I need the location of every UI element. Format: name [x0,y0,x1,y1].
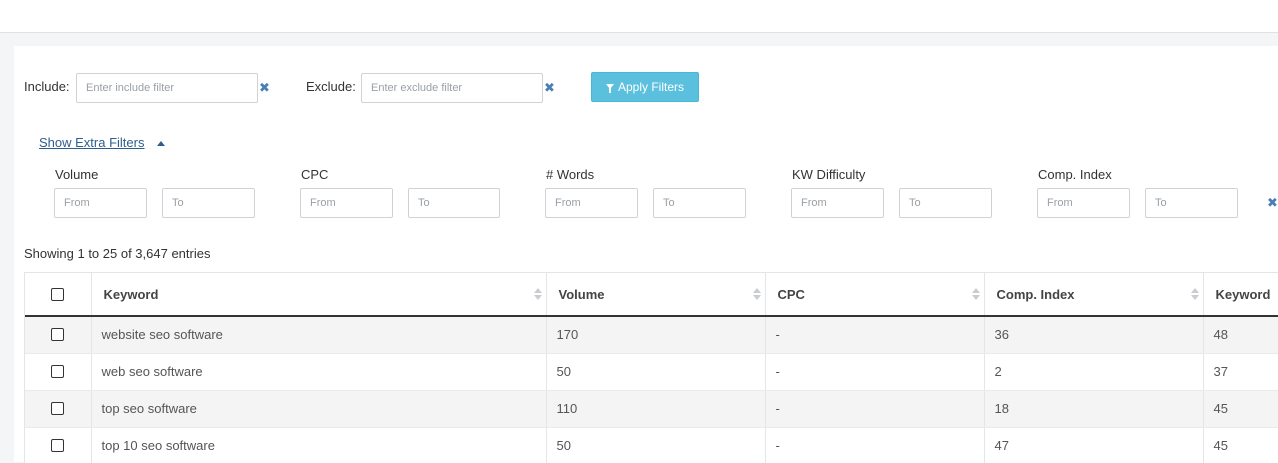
column-header-label: Keyword [103,286,159,302]
words-to-input[interactable] [653,188,746,218]
column-header-keyword-difficulty[interactable]: Keyword [1203,273,1278,317]
table-row: top 10 seo software 50 - 47 45 [25,427,1278,463]
comp-index-to-input[interactable] [1145,188,1238,218]
comp-index-cell: 2 [984,353,1204,391]
kw-difficulty-range-label: KW Difficulty [792,167,866,182]
table-row: website seo software 170 - 36 48 [25,316,1278,354]
sort-icon[interactable] [1190,288,1199,302]
volume-range-label: Volume [55,167,99,182]
sort-icon[interactable] [533,288,542,302]
sort-icon[interactable] [971,288,980,302]
apply-filters-label: Apply Filters [617,80,685,94]
volume-from-input[interactable] [54,188,147,218]
row-checkbox[interactable] [51,365,65,378]
table-row: web seo software 50 - 2 37 [25,353,1278,391]
column-header-comp-index[interactable]: Comp. Index [984,273,1204,317]
row-checkbox[interactable] [51,402,65,415]
volume-cell: 110 [546,390,766,428]
include-label: Include: [24,79,70,94]
comp-index-from-input[interactable] [1037,188,1130,218]
comp-index-cell: 47 [984,427,1204,463]
column-header-keyword[interactable]: Keyword [91,273,547,317]
column-header-cpc[interactable]: CPC [765,273,985,317]
cpc-to-input[interactable] [408,188,500,218]
column-header-label: Volume [558,286,605,302]
table-header-row: Keyword Volume CPC Comp. Index Keyword [25,273,1278,317]
keyword-cell: website seo software [91,316,547,354]
kw-difficulty-to-input[interactable] [899,188,992,218]
column-header-label: Comp. Index [996,286,1075,302]
clear-exclude-icon[interactable]: ✖ [544,81,555,95]
show-extra-filters-link[interactable]: Show Extra Filters [39,135,144,151]
keyword-difficulty-cell: 48 [1203,316,1278,354]
cpc-cell: - [765,353,985,391]
volume-cell: 50 [546,353,766,391]
cpc-cell: - [765,390,985,428]
row-checkbox[interactable] [51,439,65,452]
cpc-range-label: CPC [301,167,329,182]
keyword-difficulty-cell: 45 [1203,427,1278,463]
include-filter-input[interactable] [76,73,258,103]
keyword-difficulty-cell: 37 [1203,353,1278,391]
column-header-label: Keyword [1215,286,1271,302]
keyword-table-wrapper: Keyword Volume CPC Comp. Index Keyword w… [24,272,1278,463]
row-select-cell[interactable] [25,316,92,354]
row-select-cell[interactable] [25,427,92,463]
keyword-cell: top 10 seo software [91,427,547,463]
kw-difficulty-from-input[interactable] [791,188,884,218]
clear-extra-filters-icon[interactable]: ✖ [1267,196,1278,210]
comp-index-cell: 36 [984,316,1204,354]
clear-include-icon[interactable]: ✖ [259,81,270,95]
keyword-difficulty-cell: 45 [1203,390,1278,428]
funnel-icon [605,83,614,93]
comp-index-range-label: Comp. Index [1038,167,1112,182]
entries-summary: Showing 1 to 25 of 3,647 entries [24,246,211,261]
volume-to-input[interactable] [162,188,255,218]
cpc-cell: - [765,316,985,354]
keyword-cell: top seo software [91,390,547,428]
sort-icon[interactable] [752,288,761,302]
words-range-label: # Words [546,167,595,182]
select-all-checkbox[interactable] [51,287,65,301]
top-bar [0,0,1278,33]
row-checkbox[interactable] [51,328,65,342]
words-from-input[interactable] [545,188,638,218]
volume-cell: 170 [546,316,766,354]
column-header-label: CPC [777,286,805,302]
volume-cell: 50 [546,427,766,463]
exclude-label: Exclude: [306,79,356,94]
table-row: top seo software 110 - 18 45 [25,390,1278,428]
caret-up-icon[interactable] [157,141,165,146]
cpc-from-input[interactable] [300,188,393,218]
apply-filters-button[interactable]: Apply Filters [591,72,699,102]
comp-index-cell: 18 [984,390,1204,428]
row-select-cell[interactable] [25,390,92,428]
keyword-table: Keyword Volume CPC Comp. Index Keyword w… [25,273,1278,463]
row-select-cell[interactable] [25,353,92,391]
column-header-volume[interactable]: Volume [546,273,766,317]
exclude-filter-input[interactable] [361,73,543,103]
cpc-cell: - [765,427,985,463]
keyword-cell: web seo software [91,353,547,391]
select-all-header[interactable] [25,273,92,317]
keyword-panel: Include: ✖ Exclude: ✖ Apply Filters Show… [14,46,1278,463]
